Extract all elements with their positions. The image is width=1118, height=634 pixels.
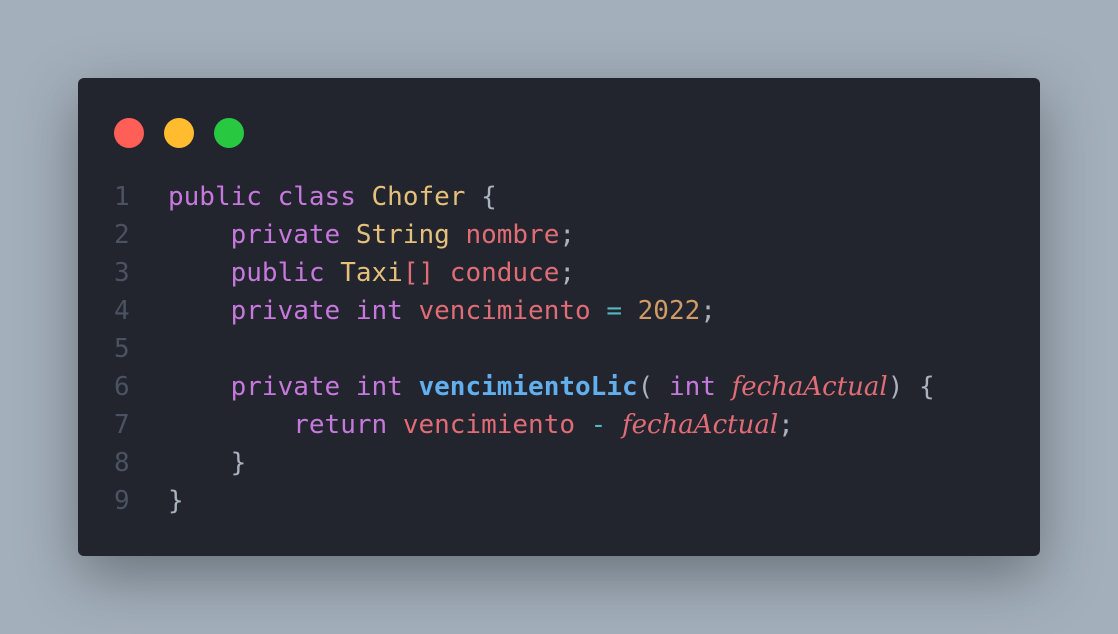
line-number: 1 xyxy=(114,182,130,212)
code-token: fechaActual xyxy=(731,372,888,402)
window-controls xyxy=(114,118,244,148)
code-line: 8 } xyxy=(78,444,1040,482)
maximize-button[interactable] xyxy=(214,118,244,148)
code-text: private String nombre; xyxy=(168,216,575,254)
code-token: Taxi xyxy=(340,258,403,288)
code-token: private xyxy=(230,220,341,250)
code-token: vencimiento xyxy=(402,410,575,440)
code-token: ; xyxy=(700,296,716,326)
code-line: 6 private int vencimientoLic( int fechaA… xyxy=(78,368,1040,406)
code-token: private xyxy=(230,296,341,326)
code-token: conduce xyxy=(449,258,560,288)
code-token: ; xyxy=(559,220,576,250)
code-text: } xyxy=(168,482,184,520)
line-number: 2 xyxy=(114,220,130,250)
code-text: public class Chofer { xyxy=(168,178,497,216)
code-token: nombre xyxy=(465,220,560,250)
close-button[interactable] xyxy=(114,118,144,148)
code-token: = xyxy=(606,296,622,326)
line-number: 7 xyxy=(114,410,130,440)
code-text: } xyxy=(168,444,247,482)
code-token: class xyxy=(277,182,356,212)
code-text: return vencimiento - fechaActual; xyxy=(168,406,794,444)
line-number: 4 xyxy=(114,296,130,326)
code-token: Chofer xyxy=(371,182,466,212)
code-token: - xyxy=(590,410,607,440)
line-number: 5 xyxy=(114,334,130,364)
code-token: ; xyxy=(559,258,576,288)
code-token: ( xyxy=(637,372,669,402)
code-text: public Taxi[] conduce; xyxy=(168,254,575,292)
code-line: 2 private String nombre; xyxy=(78,216,1040,254)
code-token: } xyxy=(230,448,247,478)
code-token: public xyxy=(230,258,325,288)
code-line: 7 return vencimiento - fechaActual; xyxy=(78,406,1040,444)
line-number: 6 xyxy=(114,372,130,402)
code-token: vencimiento xyxy=(418,296,591,326)
code-text: private int vencimiento = 2022; xyxy=(168,292,716,330)
code-token: { xyxy=(465,182,497,212)
line-number: 9 xyxy=(114,486,130,516)
code-line: 3 public Taxi[] conduce; xyxy=(78,254,1040,292)
code-token: fechaActual xyxy=(621,410,779,440)
code-token: ) { xyxy=(887,372,935,402)
code-token: String xyxy=(355,220,450,250)
code-token: int xyxy=(355,372,403,402)
code-token: int xyxy=(355,296,403,326)
code-text: private int vencimientoLic( int fechaAct… xyxy=(168,368,935,406)
code-token: } xyxy=(168,486,184,516)
code-token: ; xyxy=(778,410,794,440)
code-line: 5 xyxy=(78,330,1040,368)
code-token: return xyxy=(293,410,388,440)
code-token: 2022 xyxy=(637,296,701,326)
code-token: private xyxy=(230,372,341,402)
code-token: public xyxy=(168,182,262,212)
line-number: 3 xyxy=(114,258,130,288)
code-line: 9} xyxy=(78,482,1040,520)
line-number: 8 xyxy=(114,448,130,478)
code-token: vencimientoLic xyxy=(418,372,638,402)
code-editor[interactable]: 1 public class Chofer {2 private String n… xyxy=(78,178,1040,520)
code-token: int xyxy=(668,372,716,402)
code-window: 1 public class Chofer {2 private String n… xyxy=(78,78,1040,556)
code-line: 4 private int vencimiento = 2022; xyxy=(78,292,1040,330)
code-line: 1 public class Chofer { xyxy=(78,178,1040,216)
minimize-button[interactable] xyxy=(164,118,194,148)
code-token: [] xyxy=(402,258,435,288)
